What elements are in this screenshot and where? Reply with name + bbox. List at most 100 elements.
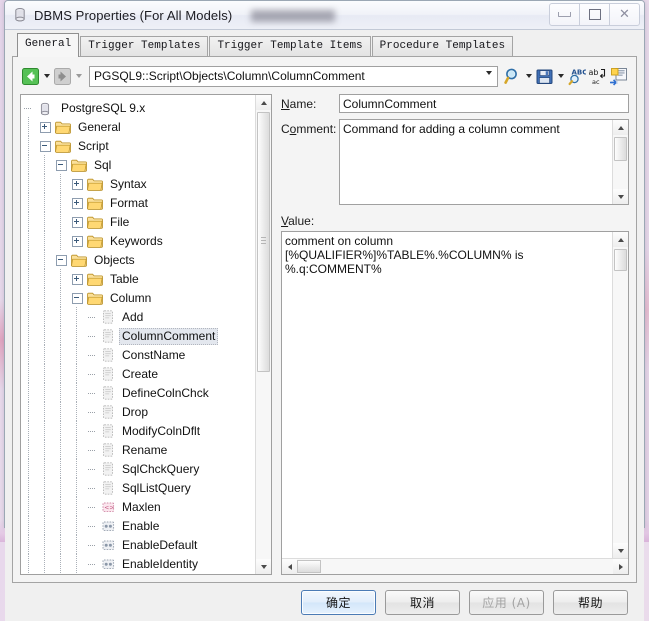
tree-item-column[interactable]: Column [24, 287, 255, 308]
collapse-icon[interactable] [72, 293, 83, 304]
expand-icon[interactable] [72, 198, 83, 209]
find-options-dropdown[interactable] [523, 66, 534, 86]
tab-procedure-templates[interactable]: Procedure Templates [371, 36, 514, 57]
tree-scroll-thumb[interactable] [257, 112, 270, 372]
tree-item-definecolnchck[interactable]: DefineColnChck [24, 382, 255, 403]
tree-scroll-down-button[interactable] [256, 559, 271, 574]
value-vertical-scrollbar[interactable] [612, 232, 628, 558]
tree-item-file[interactable]: File [24, 211, 255, 232]
tree-item-maxlen[interactable]: <> Maxlen [24, 496, 255, 517]
tree-vertical-scrollbar[interactable] [255, 95, 271, 574]
back-button[interactable] [20, 66, 41, 87]
chevron-down-icon[interactable] [486, 70, 492, 89]
value-scroll-track[interactable] [613, 247, 628, 543]
svg-text:<>: <> [104, 505, 114, 512]
comment-scroll-down-button[interactable] [613, 189, 628, 204]
save-options-dropdown[interactable] [555, 66, 566, 86]
tree-item-enableidentity[interactable]: EnableIdentity [24, 553, 255, 575]
value-scroll-right-button[interactable] [613, 559, 628, 574]
tree-item-columncomment[interactable]: ColumnComment [24, 325, 255, 346]
tree-scroll-up-button[interactable] [256, 95, 271, 110]
name-input[interactable] [339, 94, 629, 113]
back-history-dropdown[interactable] [41, 66, 52, 86]
minimize-button[interactable] [549, 3, 580, 26]
replace-button[interactable]: ab ac [587, 66, 608, 87]
find-button[interactable] [502, 66, 523, 87]
tree-connector [88, 373, 95, 376]
tree-connector [88, 506, 95, 509]
tree-item-general[interactable]: General [24, 116, 255, 137]
value-scroll-thumb[interactable] [614, 249, 627, 271]
cancel-button[interactable]: 取消 [385, 589, 460, 615]
tree-item-label: ColumnComment [119, 328, 219, 345]
value-hscroll-track[interactable] [297, 559, 613, 574]
tree-item-postgresql-9-x[interactable]: PostgreSQL 9.x [24, 99, 255, 118]
script-tree[interactable]: PostgreSQL 9.x General Script Sql Syntax Form… [21, 95, 255, 574]
expand-icon[interactable] [72, 179, 83, 190]
redacted-title-region [251, 10, 335, 22]
tab-general[interactable]: General [17, 33, 80, 57]
comment-scroll-thumb[interactable] [614, 137, 627, 161]
tree-item-modifycolndflt[interactable]: ModifyColnDflt [24, 420, 255, 441]
comment-scroll-up-button[interactable] [613, 120, 628, 135]
tree-item-enable[interactable]: Enable [24, 515, 255, 536]
tree-item-sqllistquery[interactable]: SqlListQuery [24, 477, 255, 498]
close-button[interactable]: ✕ [609, 3, 640, 26]
tree-item-label: PostgreSQL 9.x [61, 101, 146, 115]
boolean-value-icon [102, 557, 115, 572]
expand-icon[interactable] [72, 274, 83, 285]
value-textarea[interactable]: comment on column [%QUALIFIER%]%TABLE%.%… [282, 232, 612, 558]
comment-vertical-scrollbar[interactable] [612, 120, 628, 204]
comment-label: Comment: [281, 122, 337, 136]
tree-item-sql[interactable]: Sql [24, 154, 255, 175]
path-combobox[interactable] [89, 65, 498, 89]
tree-item-label: Objects [94, 253, 135, 267]
collapse-icon[interactable] [56, 160, 67, 171]
comment-textarea-wrapper[interactable]: Command for adding a column comment [339, 119, 629, 205]
expand-icon[interactable] [40, 122, 51, 133]
tree-item-rename[interactable]: Rename [24, 439, 255, 460]
insert-template-button[interactable] [608, 66, 629, 87]
tab-trigger-template-items[interactable]: Trigger Template Items [209, 36, 371, 57]
tree-indent-guide [56, 230, 72, 253]
tree-indent-guide [56, 553, 72, 575]
forward-history-dropdown[interactable] [73, 66, 84, 86]
tree-item-drop[interactable]: Drop [24, 401, 255, 422]
collapse-icon[interactable] [56, 255, 67, 266]
comment-scroll-track[interactable] [613, 135, 628, 189]
number-value-icon: <> [102, 500, 115, 515]
value-scroll-up-button[interactable] [613, 232, 628, 247]
tab-trigger-templates[interactable]: Trigger Templates [80, 36, 209, 57]
tree-item-enabledefault[interactable]: EnableDefault [24, 534, 255, 555]
comment-textarea[interactable]: Command for adding a column comment [340, 120, 612, 204]
tree-item-table[interactable]: Table [24, 268, 255, 289]
tree-item-objects[interactable]: Objects [24, 249, 255, 270]
tree-item-add[interactable]: Add [24, 306, 255, 327]
chevron-down-icon [43, 74, 50, 78]
help-button[interactable]: 帮助 [553, 589, 628, 615]
forward-button[interactable] [52, 66, 73, 87]
tree-scroll-track[interactable] [256, 110, 271, 559]
tree-item-sqlchckquery[interactable]: SqlChckQuery [24, 458, 255, 479]
tree-item-create[interactable]: Create [24, 363, 255, 384]
value-scroll-down-button[interactable] [613, 543, 628, 558]
value-horizontal-scrollbar[interactable] [282, 558, 628, 574]
value-scroll-left-button[interactable] [282, 559, 297, 574]
maximize-button[interactable] [579, 3, 610, 26]
expand-icon[interactable] [72, 217, 83, 228]
script-tree-panel[interactable]: PostgreSQL 9.x General Script Sql Syntax Form… [20, 94, 272, 575]
tree-item-constname[interactable]: ConstName [24, 344, 255, 365]
spellcheck-button[interactable]: ABC [566, 66, 587, 87]
value-hscroll-thumb[interactable] [297, 560, 321, 573]
tree-connector [88, 430, 95, 433]
collapse-icon[interactable] [40, 141, 51, 152]
expand-icon[interactable] [72, 236, 83, 247]
tree-item-syntax[interactable]: Syntax [24, 173, 255, 194]
tree-item-format[interactable]: Format [24, 192, 255, 213]
save-button[interactable] [534, 66, 555, 87]
tree-item-script[interactable]: Script [24, 135, 255, 156]
ok-button[interactable]: 确定 [301, 589, 376, 615]
path-input[interactable] [90, 67, 483, 85]
tree-item-keywords[interactable]: Keywords [24, 230, 255, 253]
value-textarea-wrapper[interactable]: comment on column [%QUALIFIER%]%TABLE%.%… [281, 231, 629, 575]
